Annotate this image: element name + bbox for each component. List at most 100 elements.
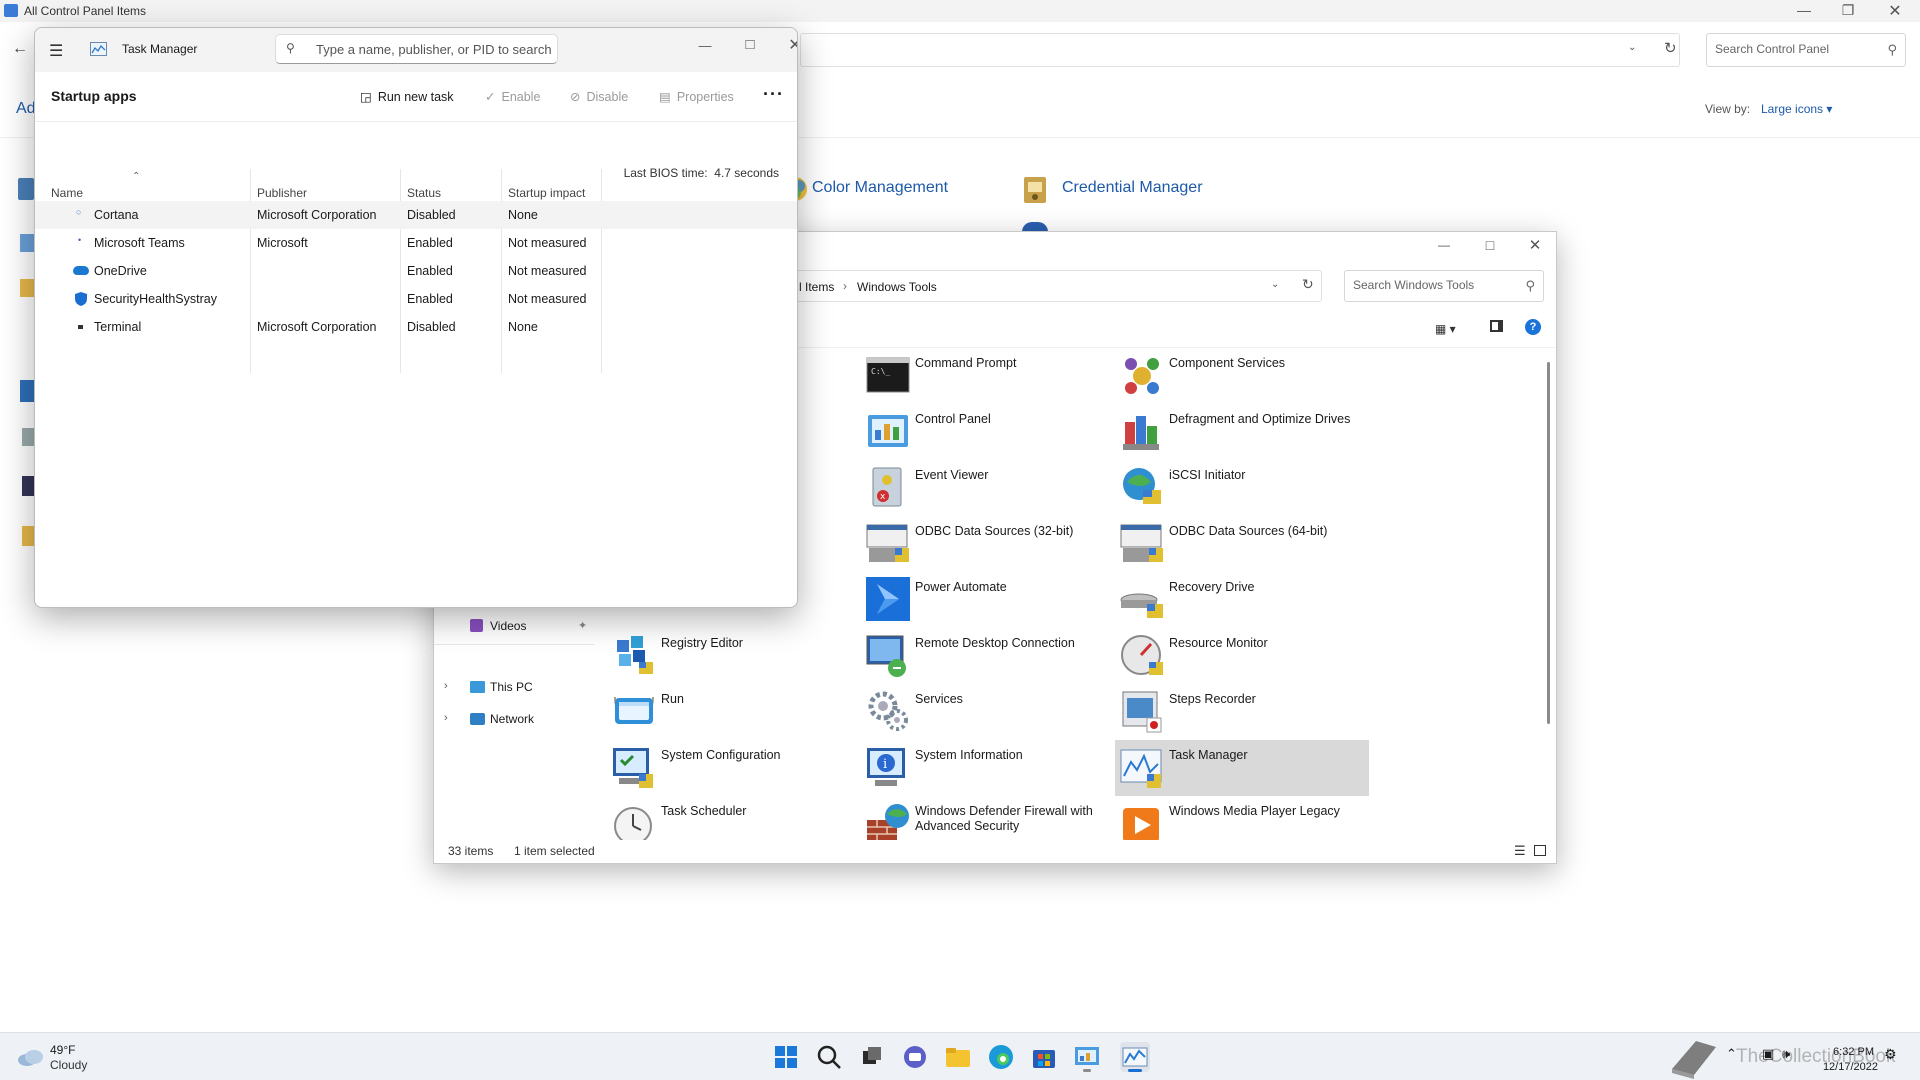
tool-tile[interactable]: Power Automate [861, 572, 1115, 628]
nav-item-network[interactable]: › Network [444, 709, 584, 731]
start-icon[interactable] [771, 1042, 801, 1072]
close-icon[interactable]: ✕ [775, 35, 797, 55]
clock-time[interactable]: 6:32 PM [1830, 1046, 1874, 1058]
nav-item-videos[interactable]: Videos ✦ [470, 616, 596, 638]
tool-tile[interactable]: i System Information [861, 740, 1115, 796]
tool-tile[interactable]: iSCSI Initiator [1115, 460, 1369, 516]
help-icon[interactable]: ? [1525, 319, 1541, 335]
large-icons-view-icon[interactable] [1534, 845, 1546, 856]
refresh-icon[interactable]: ↻ [1664, 39, 1677, 57]
tool-tile[interactable]: x Event Viewer [861, 460, 1115, 516]
nav-item-this-pc[interactable]: › This PC [444, 677, 584, 699]
control-panel-search-input[interactable]: Search Control Panel ⚲ [1706, 33, 1906, 67]
tool-tile[interactable]: ODBC Data Sources (32-bit) [861, 516, 1115, 572]
table-row[interactable]: SecurityHealthSystray Enabled Not measur… [35, 285, 797, 313]
tool-tile[interactable]: Registry Editor [607, 628, 861, 684]
maximize-icon[interactable]: □ [730, 36, 770, 53]
search-icon[interactable] [814, 1042, 844, 1072]
file-explorer-icon[interactable] [943, 1042, 973, 1072]
control-panel-taskbar-icon[interactable] [1072, 1042, 1102, 1072]
minimize-icon[interactable]: — [685, 38, 725, 53]
column-header-name[interactable]: Name [51, 186, 83, 200]
table-row[interactable]: ○ Cortana Microsoft Corporation Disabled… [35, 201, 797, 229]
tool-tile[interactable]: Run [607, 684, 861, 740]
tool-tile[interactable]: Windows Media Player Legacy [1115, 796, 1369, 840]
cp-item-icon [18, 178, 34, 200]
tool-tile[interactable]: C:\_ Command Prompt [861, 348, 1115, 404]
windows-tools-search-input[interactable]: Search Windows Tools ⚲ [1344, 270, 1544, 302]
tool-label: Defragment and Optimize Drives [1169, 412, 1351, 426]
close-icon[interactable]: ✕ [1515, 236, 1555, 254]
chevron-up-icon[interactable]: ⌃ [1726, 1046, 1737, 1062]
tool-tile[interactable]: Recovery Drive [1115, 572, 1369, 628]
chevron-down-icon[interactable]: ⌄ [1271, 279, 1279, 290]
table-row[interactable]: • Microsoft Teams Microsoft Enabled Not … [35, 229, 797, 257]
chevron-right-icon[interactable]: › [444, 712, 448, 724]
network-tray-icon[interactable]: ▣ [1762, 1046, 1774, 1062]
details-view-icon[interactable]: ☰ [1514, 843, 1526, 859]
settings-gear-icon[interactable]: ⚙ [1884, 1046, 1897, 1063]
store-icon[interactable] [1029, 1042, 1059, 1072]
cp-left-link-fragment[interactable]: Ad [16, 100, 36, 118]
run-new-task-button[interactable]: ◲ Run new task [360, 89, 454, 104]
task-view-icon[interactable] [857, 1042, 887, 1072]
cp-item-credential-manager[interactable]: Credential Manager [1062, 179, 1203, 197]
enable-button[interactable]: ✓ Enable [485, 89, 540, 104]
active-indicator [1128, 1069, 1142, 1072]
cp-item-color-management[interactable]: Color Management [812, 179, 948, 197]
edge-icon[interactable] [986, 1042, 1016, 1072]
tool-tile[interactable]: Defragment and Optimize Drives [1115, 404, 1369, 460]
tool-tile[interactable]: ODBC Data Sources (64-bit) [1115, 516, 1369, 572]
control-panel-address-bar[interactable] [800, 33, 1680, 67]
tool-tile[interactable]: Steps Recorder [1115, 684, 1369, 740]
tool-tile[interactable]: Windows Defender Firewall with Advanced … [861, 796, 1115, 840]
clock-date[interactable]: 12/17/2022 [1812, 1061, 1878, 1073]
task-manager-taskbar-icon[interactable] [1120, 1042, 1150, 1072]
tool-tile[interactable]: Resource Monitor [1115, 628, 1369, 684]
refresh-icon[interactable]: ↻ [1302, 276, 1314, 293]
disable-button[interactable]: ⊘ Disable [570, 89, 628, 104]
maximize-icon[interactable]: □ [1470, 237, 1510, 253]
selection-count: 1 item selected [514, 844, 595, 858]
volume-icon[interactable]: 🕪 [1782, 1046, 1790, 1062]
view-options-icon[interactable]: ▦ ▾ [1435, 322, 1456, 336]
button-label: Disable [586, 90, 629, 104]
chat-icon[interactable] [900, 1042, 930, 1072]
tool-tile[interactable]: Component Services [1115, 348, 1369, 404]
column-header-startup-impact[interactable]: Startup impact [508, 186, 585, 200]
pin-icon[interactable]: ✦ [578, 619, 587, 632]
event-viewer-icon: x [865, 464, 911, 510]
minimize-icon[interactable]: — [1784, 2, 1824, 18]
task-manager-search-input[interactable]: ⚲ Type a name, publisher, or PID to sear… [275, 34, 558, 64]
column-header-publisher[interactable]: Publisher [257, 186, 307, 200]
view-by-dropdown[interactable]: Large icons ▾ [1761, 102, 1832, 116]
preview-pane-icon[interactable] [1490, 320, 1503, 332]
tool-tile-selected[interactable]: Task Manager [1115, 740, 1369, 796]
weather-widget[interactable]: 49°F Cloudy [16, 1043, 176, 1073]
hamburger-menu-icon[interactable]: ☰ [49, 41, 63, 61]
tool-tile[interactable]: System Configuration [607, 740, 861, 796]
back-arrow-icon[interactable]: ← [12, 40, 28, 58]
restore-icon[interactable]: ❐ [1828, 2, 1868, 19]
svg-text:x: x [880, 492, 886, 502]
tool-tile[interactable]: Task Scheduler [607, 796, 861, 840]
table-row[interactable]: OneDrive Enabled Not measured [35, 257, 797, 285]
breadcrumb-segment[interactable]: Windows Tools [857, 280, 937, 294]
breadcrumb-segment[interactable]: l Items [799, 280, 834, 294]
windows-tools-address-bar[interactable]: l Items › Windows Tools ⌄ [794, 270, 1322, 302]
more-options-icon[interactable]: ··· [763, 84, 784, 105]
tool-label: Windows Defender Firewall with Advanced … [915, 804, 1093, 833]
tool-tile[interactable]: Remote Desktop Connection [861, 628, 1115, 684]
vertical-scrollbar[interactable] [1547, 362, 1550, 724]
chevron-right-icon[interactable]: › [444, 680, 448, 692]
column-header-status[interactable]: Status [407, 186, 441, 200]
chevron-down-icon[interactable]: ⌄ [1628, 42, 1636, 53]
properties-button[interactable]: ▤ Properties [659, 89, 734, 104]
status-bar: 33 items 1 item selected ☰ [434, 840, 1556, 864]
minimize-icon[interactable]: — [1424, 238, 1464, 252]
tool-label: Registry Editor [661, 636, 743, 650]
table-row[interactable]: Terminal Microsoft Corporation Disabled … [35, 313, 797, 341]
close-icon[interactable]: ✕ [1875, 1, 1915, 21]
tool-tile[interactable]: Control Panel [861, 404, 1115, 460]
tool-tile[interactable]: Services [861, 684, 1115, 740]
